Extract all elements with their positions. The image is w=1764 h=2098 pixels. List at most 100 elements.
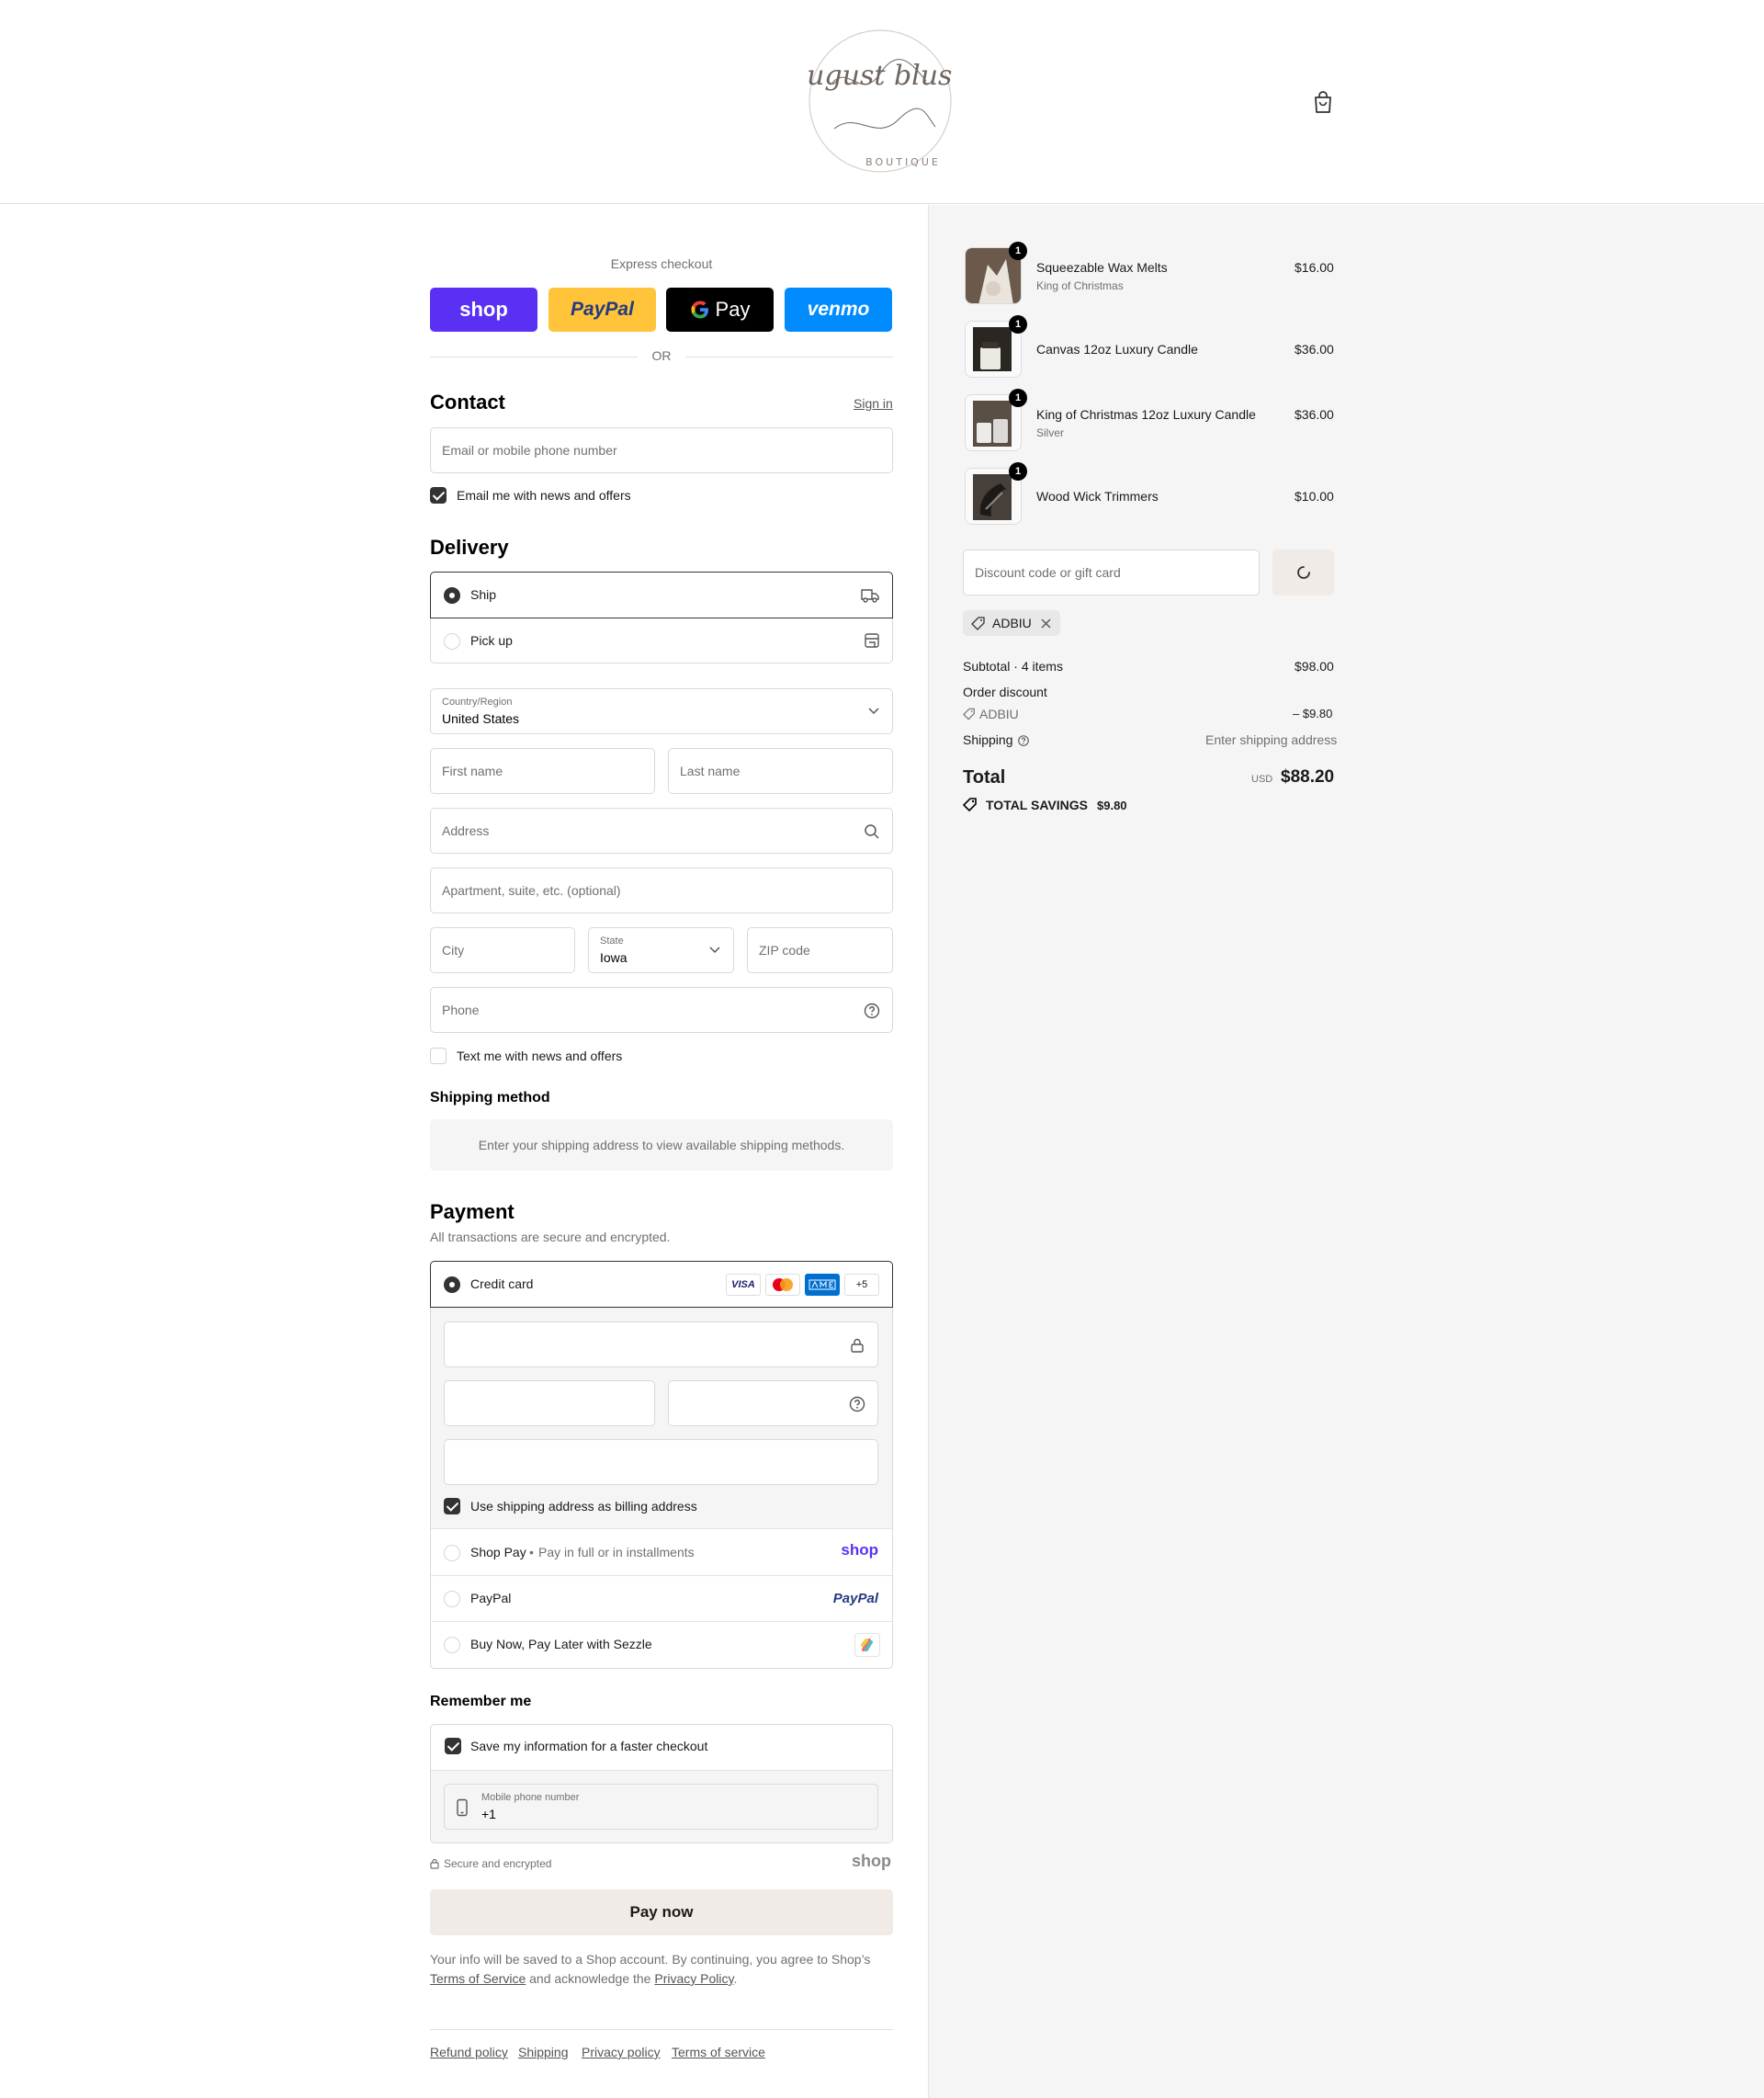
remove-discount-icon[interactable] [1041,618,1051,629]
google-pay-label: Pay [715,298,751,321]
sezzle-label: Buy Now, Pay Later with Sezzle [470,1637,652,1651]
venmo-logo: venmo [807,299,870,320]
billing-address-checkbox[interactable] [444,1498,460,1514]
truck-icon [861,589,879,603]
item-name: Canvas 12oz Luxury Candle [1036,342,1198,357]
pickup-option[interactable]: Pick up [430,618,893,663]
last-name-field[interactable]: Last name [668,748,893,794]
paypal-option[interactable]: PayPal PayPal [430,1576,893,1622]
discount-value: – $9.80 [1293,707,1333,720]
ship-radio[interactable] [444,587,460,604]
discount-code-field[interactable]: Discount code or gift card [963,550,1260,595]
address-field[interactable]: Address [430,808,893,854]
total-value: $88.20 [1281,767,1335,787]
shop-pay-express-button[interactable]: shop [430,288,537,332]
apartment-placeholder: Apartment, suite, etc. (optional) [442,883,621,898]
mobile-value: +1 [481,1807,496,1821]
sezzle-radio[interactable] [444,1637,460,1653]
text-offers-checkbox[interactable] [430,1048,447,1064]
brand-logo[interactable]: august blush BOUTIQUE [790,28,970,175]
shop-logo: shop [852,1852,891,1870]
name-on-card-field[interactable] [444,1439,878,1485]
contact-heading: Contact [430,391,505,414]
help-icon[interactable] [863,1002,881,1020]
delivery-heading: Delivery [430,536,509,559]
zip-field[interactable]: ZIP code [747,927,893,973]
sezzle-option[interactable]: Buy Now, Pay Later with Sezzle [430,1622,893,1668]
expiration-date-field[interactable] [444,1380,655,1426]
paypal-radio[interactable] [444,1591,460,1607]
terms-of-service-link[interactable]: Terms of Service [430,1971,526,1986]
shop-pay-option[interactable]: Shop Pay • Pay in full or in installment… [430,1530,893,1576]
subtotal-value: $98.00 [1295,659,1334,674]
disclaimer-text: Your info will be saved to a Shop accoun… [430,1952,871,1967]
item-price: $36.00 [1295,342,1334,357]
billing-address-label: Use shipping address as billing address [470,1499,697,1514]
apply-discount-button[interactable] [1272,550,1334,595]
shop-pay-sublabel: Pay in full or in installments [538,1545,695,1559]
privacy-policy-link[interactable]: Privacy Policy [654,1971,733,1986]
lock-icon [430,1858,439,1869]
pay-now-button[interactable]: Pay now [430,1889,893,1935]
logo-sub-text: BOUTIQUE [865,156,941,168]
chevron-down-icon [868,708,879,715]
mobile-phone-field[interactable]: Mobile phone number +1 [444,1784,878,1830]
state-select[interactable]: State Iowa [588,927,734,973]
paypal-label: PayPal [470,1591,512,1605]
site-header: august blush BOUTIQUE [0,0,1764,204]
address-placeholder: Address [442,823,490,838]
credit-card-label: Credit card [470,1276,534,1291]
shop-pay-logo: shop [841,1541,878,1559]
email-field[interactable]: Email or mobile phone number [430,427,893,473]
refund-policy-link[interactable]: Refund policy [430,2045,508,2059]
payment-heading: Payment [430,1200,514,1223]
state-label: State [600,936,624,947]
express-checkout-label: Express checkout [610,256,713,271]
pickup-radio[interactable] [444,633,460,650]
first-name-placeholder: First name [442,764,503,778]
shipping-method-heading: Shipping method [430,1090,550,1106]
paypal-logo: PayPal [571,299,634,320]
help-icon[interactable] [848,1395,866,1413]
save-info-checkbox[interactable] [445,1738,461,1754]
sezzle-icon [854,1633,880,1657]
save-info-label: Save my information for a faster checkou… [470,1739,708,1753]
ship-option[interactable]: Ship [430,572,893,618]
security-code-field[interactable] [668,1380,878,1426]
phone-field[interactable]: Phone [430,987,893,1033]
quantity-badge: 1 [1009,242,1027,260]
privacy-policy-footer-link[interactable]: Privacy policy [582,2045,661,2059]
help-icon[interactable] [1017,734,1030,747]
cart-icon[interactable] [1312,90,1334,114]
item-variant: King of Christmas [1036,279,1124,292]
city-field[interactable]: City [430,927,575,973]
credit-card-option[interactable]: Credit card VISA +5 [430,1261,893,1308]
sign-in-link[interactable]: Sign in [854,396,893,411]
apartment-field[interactable]: Apartment, suite, etc. (optional) [430,868,893,913]
disclaimer-end: . [733,1971,738,1986]
news-checkbox[interactable] [430,487,447,504]
last-name-placeholder: Last name [680,764,741,778]
country-select[interactable]: Country/Region United States [430,688,893,734]
shipping-value: Enter shipping address [1205,732,1338,747]
remember-me-heading: Remember me [430,1694,532,1709]
shipping-link[interactable]: Shipping [518,2045,569,2059]
google-pay-express-button[interactable]: Pay [666,288,774,332]
quantity-badge: 1 [1009,389,1027,407]
card-number-field[interactable] [444,1321,878,1367]
paypal-express-button[interactable]: PayPal [548,288,656,332]
credit-card-radio[interactable] [444,1276,460,1293]
savings-tag-icon [963,798,977,811]
or-separator: OR [651,348,672,363]
city-placeholder: City [442,943,465,958]
first-name-field[interactable]: First name [430,748,655,794]
venmo-express-button[interactable]: venmo [785,288,892,332]
terms-of-service-footer-link[interactable]: Terms of service [672,2045,765,2059]
shop-pay-radio[interactable] [444,1545,460,1561]
secure-label: Secure and encrypted [444,1857,552,1870]
search-icon [865,824,879,839]
shop-pay-logo: shop [459,298,508,321]
discount-placeholder: Discount code or gift card [975,565,1121,580]
applied-code: ADBIU [992,616,1032,630]
mobile-icon [457,1798,468,1817]
